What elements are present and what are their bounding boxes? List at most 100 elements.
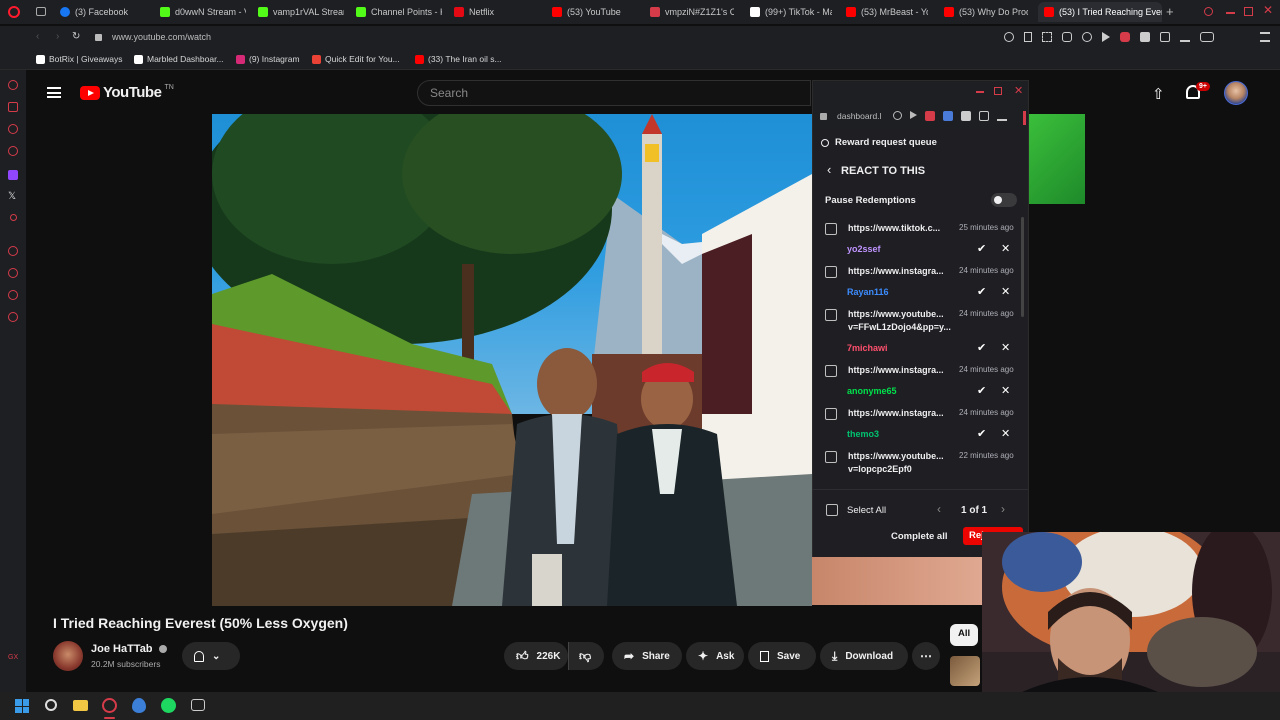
puzzle-icon[interactable] <box>1160 32 1170 42</box>
play-icon[interactable] <box>1102 32 1110 42</box>
request-checkbox[interactable] <box>825 266 837 278</box>
request-checkbox[interactable] <box>825 451 837 463</box>
select-all-checkbox[interactable] <box>826 504 838 516</box>
bookmark-botrix[interactable]: BotRix | Giveaways <box>36 54 123 64</box>
save-button[interactable]: Save <box>748 642 816 670</box>
request-url-continued[interactable]: v=lopcpc2Epf0 <box>848 464 912 474</box>
request-url[interactable]: https://www.instagra... <box>848 365 956 375</box>
bookmark-quick-edit[interactable]: Quick Edit for You... <box>312 54 400 64</box>
taskbar-search-icon[interactable] <box>45 699 57 711</box>
subscribed-button[interactable]: ⌄ <box>182 642 240 670</box>
media-app-icon[interactable] <box>191 699 205 711</box>
tab-tiktok[interactable]: (99+) TikTok - Ma <box>750 2 832 22</box>
back-chevron-icon[interactable]: ‹ <box>827 162 831 177</box>
tab-mrbeast[interactable]: (53) MrBeast - Yo <box>846 2 928 22</box>
popup-puzzle-icon[interactable] <box>979 111 989 121</box>
aria-ai-icon[interactable] <box>1200 32 1214 42</box>
request-checkbox[interactable] <box>825 408 837 420</box>
wallet-icon[interactable] <box>1140 32 1150 42</box>
complete-all-button[interactable]: Complete all <box>891 531 948 542</box>
popup-play-icon[interactable] <box>910 111 917 119</box>
queue-scrollbar[interactable] <box>1021 217 1024 317</box>
reload-icon[interactable]: ↻ <box>72 31 80 42</box>
reject-x-icon[interactable]: ✕ <box>1001 242 1010 255</box>
download-icon[interactable] <box>1180 32 1190 42</box>
history-icon[interactable] <box>8 246 18 256</box>
request-url[interactable]: https://www.youtube... <box>848 309 956 319</box>
reject-x-icon[interactable]: ✕ <box>1001 427 1010 440</box>
music-icon[interactable] <box>10 214 17 221</box>
search-tabs-icon[interactable] <box>1204 7 1213 16</box>
popup-minimize-icon[interactable] <box>976 91 984 93</box>
reject-x-icon[interactable]: ✕ <box>1001 285 1010 298</box>
twitch-icon[interactable] <box>8 170 18 180</box>
bookmark-instagram[interactable]: (9) Instagram <box>236 54 300 64</box>
reject-x-icon[interactable]: ✕ <box>1001 341 1010 354</box>
url-field[interactable]: www.youtube.com/watch <box>112 32 211 42</box>
popup-toolbar-icons[interactable] <box>893 111 1007 121</box>
popup-download-icon[interactable] <box>997 111 1007 121</box>
windows-start-icon[interactable] <box>15 699 29 713</box>
popup-maximize-icon[interactable] <box>994 87 1002 95</box>
pause-redemptions-toggle[interactable] <box>991 193 1017 207</box>
tab-channel-points[interactable]: Channel Points - K <box>356 2 442 22</box>
tab-youtube-home[interactable]: (53) YouTube <box>552 2 642 22</box>
tab-vmpzin[interactable]: vmpziN#Z1Z1's Co <box>650 2 734 22</box>
reject-x-icon[interactable]: ✕ <box>1001 384 1010 397</box>
pin-icon[interactable] <box>1024 32 1032 42</box>
tab-kick-d0wwn[interactable]: d0wwN Stream - V <box>160 2 246 22</box>
approve-check-icon[interactable]: ✔ <box>977 341 986 354</box>
request-url[interactable]: https://www.instagra... <box>848 266 956 276</box>
file-explorer-icon[interactable] <box>73 700 88 711</box>
search-input[interactable]: Search <box>417 80 811 106</box>
clock-icon[interactable] <box>8 268 18 278</box>
record-extension-icon[interactable] <box>1120 32 1130 42</box>
tab-active-everest[interactable]: (53) I Tried Reaching Everest <box>1038 2 1162 22</box>
approve-check-icon[interactable]: ✔ <box>977 285 986 298</box>
hamburger-menu-icon[interactable] <box>47 87 61 98</box>
bookmark-marbled[interactable]: Marbled Dashboar... <box>134 54 224 64</box>
request-checkbox[interactable] <box>825 223 837 235</box>
settings-icon[interactable] <box>8 312 18 322</box>
approve-check-icon[interactable]: ✔ <box>977 242 986 255</box>
request-url[interactable]: https://www.youtube... <box>848 451 956 461</box>
bookmark-iran-oil[interactable]: (33) The Iran oil s... <box>415 54 502 64</box>
new-tab-icon[interactable]: + <box>1166 4 1174 19</box>
tab-netflix[interactable]: Netflix <box>454 2 544 22</box>
opera-menu-icon[interactable] <box>8 6 20 18</box>
popup-audio-icon[interactable] <box>943 111 953 121</box>
spotify-icon[interactable] <box>161 698 176 713</box>
minimize-icon[interactable] <box>1226 12 1235 14</box>
telegram-icon[interactable] <box>8 146 18 156</box>
zoom-icon[interactable] <box>1004 32 1014 42</box>
close-window-icon[interactable]: ✕ <box>1263 3 1273 17</box>
back-icon[interactable]: ‹ <box>36 31 39 42</box>
download-button[interactable]: ⤓ Download <box>820 642 908 670</box>
prev-page-icon[interactable]: ‹ <box>937 502 941 516</box>
workspace-icon[interactable] <box>8 102 18 112</box>
popup-url[interactable]: dashboard.l <box>837 111 881 121</box>
recommended-thumbnail[interactable] <box>950 656 980 686</box>
tab-overview-icon[interactable] <box>36 7 46 16</box>
dislike-button[interactable]: 👎︎ <box>568 642 604 670</box>
youtube-logo[interactable]: YouTube TN <box>80 84 174 101</box>
extensions-icon[interactable] <box>8 290 18 300</box>
popup-block-icon[interactable] <box>893 111 902 120</box>
easy-setup-icon[interactable] <box>1260 32 1270 42</box>
tab-why-do-prod[interactable]: (53) Why Do Prod <box>944 2 1028 22</box>
sidebar-more-icon[interactable]: GX <box>8 654 18 661</box>
request-url-continued[interactable]: v=FFwL1zDojo4&pp=y... <box>848 322 951 332</box>
extension-icons[interactable] <box>1004 32 1254 44</box>
request-checkbox[interactable] <box>825 365 837 377</box>
maximize-icon[interactable] <box>1244 7 1253 16</box>
share-button[interactable]: ➦ Share <box>612 642 682 670</box>
forward-icon[interactable]: › <box>56 31 59 42</box>
messenger-icon[interactable] <box>8 124 18 134</box>
heart-icon[interactable] <box>1082 32 1092 42</box>
upload-icon[interactable]: ⇧ <box>1152 85 1165 103</box>
popup-record-icon[interactable] <box>925 111 935 121</box>
like-button[interactable]: 👍︎ 226K <box>504 642 568 670</box>
approve-check-icon[interactable]: ✔ <box>977 384 986 397</box>
aria-icon[interactable] <box>8 80 18 90</box>
account-avatar[interactable] <box>1224 81 1248 105</box>
